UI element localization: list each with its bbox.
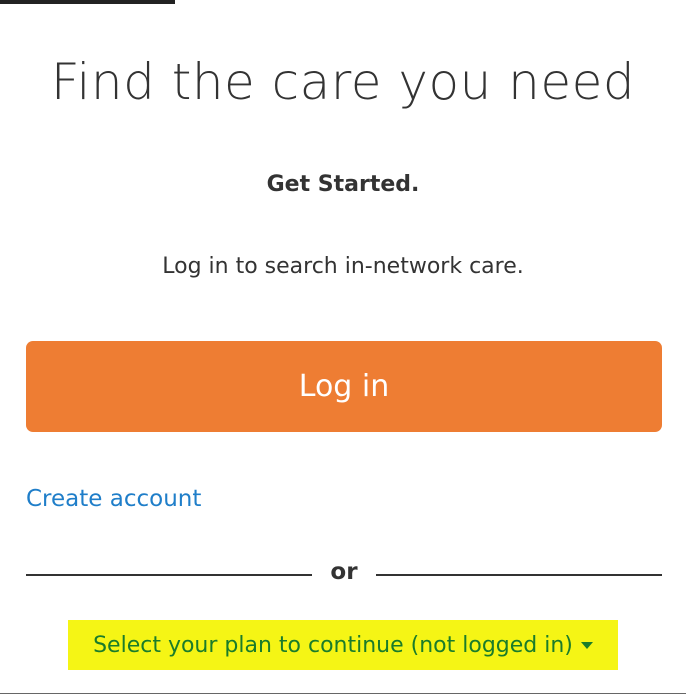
plan-select-label: Select your plan to continue (not logged… bbox=[93, 632, 573, 658]
top-divider bbox=[0, 0, 175, 4]
create-account-link[interactable]: Create account bbox=[26, 486, 201, 512]
bottom-divider bbox=[0, 693, 686, 694]
caret-down-icon bbox=[580, 641, 593, 649]
login-button[interactable]: Log in bbox=[26, 341, 662, 432]
page-subtitle: Get Started. bbox=[266, 172, 420, 197]
page-description: Log in to search in-network care. bbox=[162, 254, 524, 279]
divider-or-text: or bbox=[330, 559, 358, 585]
divider-right bbox=[376, 574, 662, 576]
divider-left bbox=[26, 574, 312, 576]
plan-select-dropdown[interactable]: Select your plan to continue (not logged… bbox=[68, 620, 618, 670]
page-title: Find the care you need bbox=[50, 53, 636, 111]
